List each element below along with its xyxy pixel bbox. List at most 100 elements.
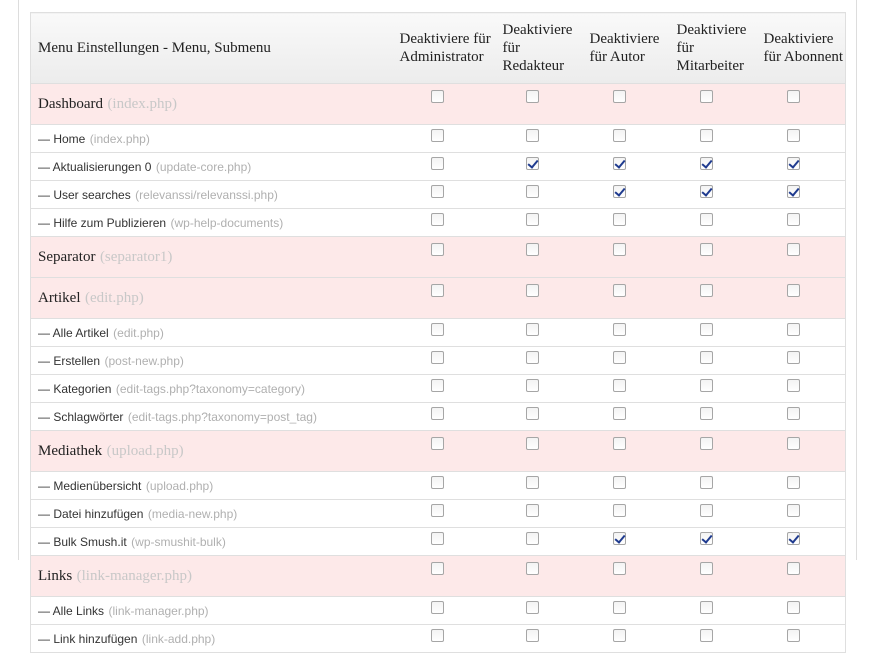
- disable-abonnent-checkbox[interactable]: [786, 213, 800, 226]
- disable-autor-checkbox[interactable]: [612, 90, 626, 103]
- disable-autor-checkbox[interactable]: [612, 629, 626, 642]
- disable-mitarbeiter-checkbox[interactable]: [699, 284, 713, 297]
- disable-administrator-checkbox[interactable]: [430, 629, 444, 642]
- disable-redakteur-checkbox[interactable]: [525, 407, 539, 420]
- disable-mitarbeiter-checkbox[interactable]: [699, 351, 713, 364]
- disable-mitarbeiter-checkbox[interactable]: [699, 213, 713, 226]
- submenu-row: — Link hinzufügen (link-add.php): [30, 624, 846, 653]
- disable-autor-checkbox[interactable]: [612, 284, 626, 297]
- disable-autor-checkbox[interactable]: [612, 243, 626, 256]
- disable-administrator-checkbox[interactable]: [430, 504, 444, 517]
- disable-redakteur-checkbox[interactable]: [525, 351, 539, 364]
- disable-redakteur-checkbox[interactable]: [525, 379, 539, 392]
- disable-abonnent-checkbox[interactable]: [786, 601, 800, 614]
- disable-redakteur-checkbox[interactable]: [525, 504, 539, 517]
- disable-redakteur-checkbox[interactable]: [525, 90, 539, 103]
- disable-abonnent-checkbox[interactable]: [786, 437, 800, 450]
- disable-redakteur-checkbox[interactable]: [525, 437, 539, 450]
- disable-autor-checkbox[interactable]: [612, 532, 626, 545]
- menu-item-cell: — Schlagwörter (edit-tags.php?taxonomy=p…: [30, 402, 393, 431]
- disable-redakteur-checkbox[interactable]: [525, 129, 539, 142]
- disable-administrator-checkbox[interactable]: [430, 129, 444, 142]
- disable-administrator-checkbox[interactable]: [430, 323, 444, 336]
- disable-redakteur-checkbox[interactable]: [525, 185, 539, 198]
- disable-autor-checkbox[interactable]: [612, 157, 626, 170]
- disable-redakteur-checkbox[interactable]: [525, 629, 539, 642]
- disable-redakteur-checkbox[interactable]: [525, 157, 539, 170]
- disable-redakteur-checkbox[interactable]: [525, 243, 539, 256]
- disable-abonnent-checkbox[interactable]: [786, 90, 800, 103]
- disable-abonnent-checkbox[interactable]: [786, 323, 800, 336]
- disable-autor-checkbox[interactable]: [612, 213, 626, 226]
- disable-mitarbeiter-checkbox[interactable]: [699, 532, 713, 545]
- disable-abonnent-checkbox[interactable]: [786, 284, 800, 297]
- menu-item-label: Artikel: [38, 290, 81, 306]
- disable-autor-checkbox[interactable]: [612, 129, 626, 142]
- disable-mitarbeiter-checkbox[interactable]: [699, 243, 713, 256]
- disable-administrator-checkbox[interactable]: [430, 284, 444, 297]
- disable-mitarbeiter-checkbox[interactable]: [699, 90, 713, 103]
- disable-abonnent-checkbox[interactable]: [786, 504, 800, 517]
- disable-abonnent-checkbox[interactable]: [786, 243, 800, 256]
- checkbox-cell: [756, 471, 846, 500]
- disable-abonnent-checkbox[interactable]: [786, 379, 800, 392]
- disable-mitarbeiter-checkbox[interactable]: [699, 379, 713, 392]
- disable-abonnent-checkbox[interactable]: [786, 351, 800, 364]
- disable-autor-checkbox[interactable]: [612, 379, 626, 392]
- disable-administrator-checkbox[interactable]: [430, 90, 444, 103]
- disable-autor-checkbox[interactable]: [612, 323, 626, 336]
- disable-mitarbeiter-checkbox[interactable]: [699, 601, 713, 614]
- disable-abonnent-checkbox[interactable]: [786, 407, 800, 420]
- disable-autor-checkbox[interactable]: [612, 601, 626, 614]
- disable-mitarbeiter-checkbox[interactable]: [699, 629, 713, 642]
- disable-mitarbeiter-checkbox[interactable]: [699, 185, 713, 198]
- disable-administrator-checkbox[interactable]: [430, 562, 444, 575]
- disable-mitarbeiter-checkbox[interactable]: [699, 407, 713, 420]
- disable-abonnent-checkbox[interactable]: [786, 629, 800, 642]
- disable-mitarbeiter-checkbox[interactable]: [699, 437, 713, 450]
- disable-redakteur-checkbox[interactable]: [525, 562, 539, 575]
- disable-abonnent-checkbox[interactable]: [786, 157, 800, 170]
- disable-autor-checkbox[interactable]: [612, 437, 626, 450]
- disable-redakteur-checkbox[interactable]: [525, 601, 539, 614]
- disable-autor-checkbox[interactable]: [612, 351, 626, 364]
- disable-autor-checkbox[interactable]: [612, 504, 626, 517]
- submenu-row: — User searches (relevanssi/relevanssi.p…: [30, 180, 846, 209]
- disable-administrator-checkbox[interactable]: [430, 407, 444, 420]
- disable-autor-checkbox[interactable]: [612, 476, 626, 489]
- disable-autor-checkbox[interactable]: [612, 407, 626, 420]
- disable-administrator-checkbox[interactable]: [430, 213, 444, 226]
- disable-administrator-checkbox[interactable]: [430, 601, 444, 614]
- disable-mitarbeiter-checkbox[interactable]: [699, 504, 713, 517]
- menu-item-label: Dashboard: [38, 96, 103, 112]
- disable-redakteur-checkbox[interactable]: [525, 476, 539, 489]
- checkbox-cell: [669, 318, 757, 347]
- disable-redakteur-checkbox[interactable]: [525, 213, 539, 226]
- disable-autor-checkbox[interactable]: [612, 185, 626, 198]
- disable-mitarbeiter-checkbox[interactable]: [699, 323, 713, 336]
- disable-administrator-checkbox[interactable]: [430, 532, 444, 545]
- disable-redakteur-checkbox[interactable]: [525, 284, 539, 297]
- disable-administrator-checkbox[interactable]: [430, 185, 444, 198]
- disable-abonnent-checkbox[interactable]: [786, 476, 800, 489]
- disable-redakteur-checkbox[interactable]: [525, 323, 539, 336]
- disable-abonnent-checkbox[interactable]: [786, 532, 800, 545]
- disable-administrator-checkbox[interactable]: [430, 351, 444, 364]
- menu-item-file: (index.php): [89, 131, 150, 146]
- disable-administrator-checkbox[interactable]: [430, 379, 444, 392]
- disable-mitarbeiter-checkbox[interactable]: [699, 157, 713, 170]
- disable-administrator-checkbox[interactable]: [430, 157, 444, 170]
- disable-administrator-checkbox[interactable]: [430, 243, 444, 256]
- disable-abonnent-checkbox[interactable]: [786, 562, 800, 575]
- disable-mitarbeiter-checkbox[interactable]: [699, 562, 713, 575]
- disable-abonnent-checkbox[interactable]: [786, 185, 800, 198]
- disable-mitarbeiter-checkbox[interactable]: [699, 129, 713, 142]
- checkbox-cell: [669, 527, 757, 556]
- disable-administrator-checkbox[interactable]: [430, 476, 444, 489]
- disable-mitarbeiter-checkbox[interactable]: [699, 476, 713, 489]
- checkbox-cell: [756, 346, 846, 375]
- disable-redakteur-checkbox[interactable]: [525, 532, 539, 545]
- disable-autor-checkbox[interactable]: [612, 562, 626, 575]
- disable-administrator-checkbox[interactable]: [430, 437, 444, 450]
- disable-abonnent-checkbox[interactable]: [786, 129, 800, 142]
